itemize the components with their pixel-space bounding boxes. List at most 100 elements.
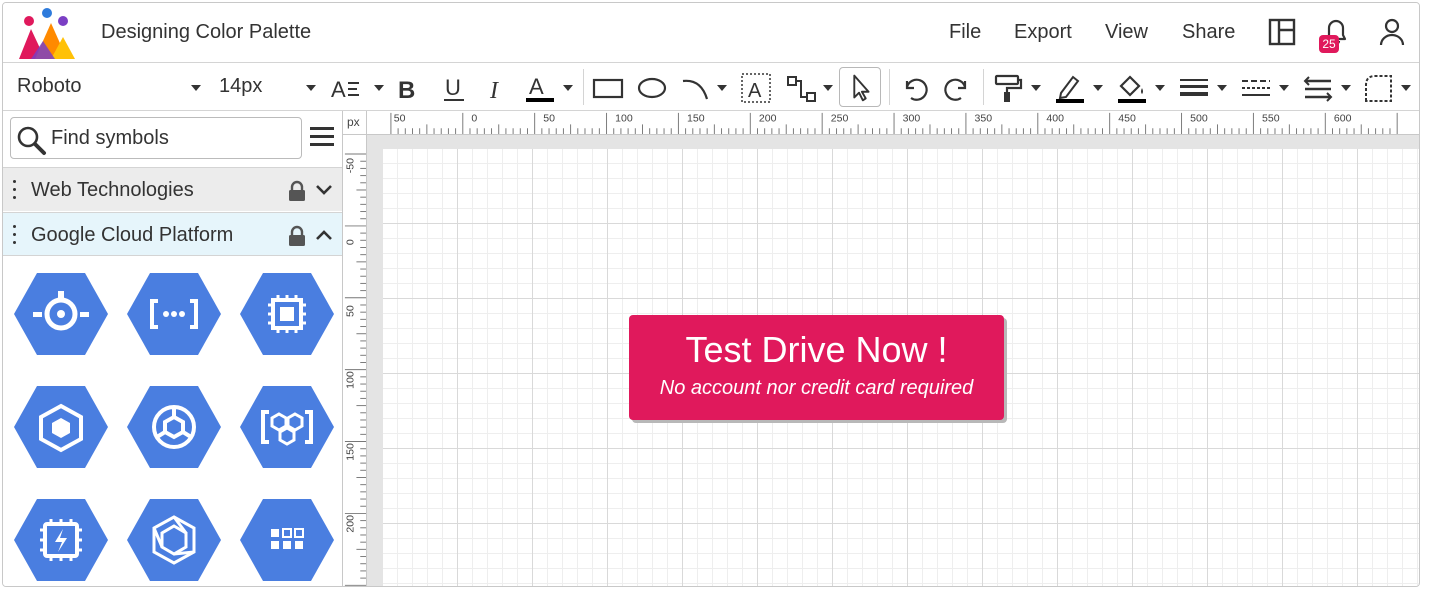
drag-handle-icon[interactable] — [13, 180, 17, 202]
menu-view[interactable]: View — [1105, 21, 1148, 44]
font-color-caret-icon[interactable] — [563, 85, 573, 91]
gcp-compute-engine-icon[interactable] — [239, 271, 335, 357]
format-painter-caret-icon[interactable] — [1031, 85, 1041, 91]
ruler-label: 50 — [345, 305, 357, 317]
ruler-label: 300 — [903, 113, 921, 125]
diagram-page[interactable]: Test Drive Now ! No account nor credit c… — [383, 149, 1419, 586]
gcp-cloud-tpu-icon[interactable] — [13, 497, 109, 583]
fill-color-caret-icon[interactable] — [1155, 85, 1165, 91]
search-icon — [17, 126, 46, 155]
ruler-label: 200 — [345, 515, 357, 533]
text-box-icon[interactable]: A — [739, 71, 773, 105]
connector-caret-icon[interactable] — [823, 85, 833, 91]
user-icon[interactable] — [1375, 15, 1409, 49]
ruler-label: 50 — [543, 113, 555, 125]
line-spacing-icon[interactable] — [1301, 71, 1335, 105]
rectangle-icon[interactable] — [591, 71, 625, 105]
ruler-label: -50 — [345, 158, 357, 173]
chevron-down-icon[interactable] — [315, 182, 333, 198]
gcp-app-engine-icon[interactable] — [13, 271, 109, 357]
search-box[interactable] — [10, 117, 302, 159]
lock-icon[interactable] — [287, 180, 307, 202]
ruler-label: 0 — [345, 239, 357, 245]
toolbar-separator — [983, 69, 984, 105]
gcp-container-engine-icon[interactable] — [13, 384, 109, 470]
curve-line-icon[interactable] — [679, 71, 713, 105]
ruler-label: 600 — [1334, 113, 1352, 125]
chevron-up-icon[interactable] — [315, 227, 333, 243]
ruler-label: 250 — [831, 113, 849, 125]
ruler-label: 400 — [1046, 113, 1064, 125]
gcp-cloud-functions-icon[interactable] — [126, 384, 222, 470]
gcp-kubernetes-icon[interactable] — [126, 497, 222, 583]
menu-export[interactable]: Export — [1014, 21, 1072, 44]
ruler-label: 50 — [394, 113, 406, 125]
gcp-apps-grid-icon[interactable] — [239, 497, 335, 583]
connector-icon[interactable] — [785, 71, 819, 105]
font-family-select[interactable]: Roboto — [17, 75, 82, 98]
line-weight-caret-icon[interactable] — [1217, 85, 1227, 91]
toolbar-separator — [583, 69, 584, 105]
menu-share[interactable]: Share — [1182, 21, 1235, 44]
corner-style-caret-icon[interactable] — [1401, 85, 1411, 91]
palette-group-web-technologies[interactable]: Web Technologies — [3, 167, 342, 211]
ruler-label: 450 — [1118, 113, 1136, 125]
ruler-label: 100 — [615, 113, 633, 125]
dash-style-caret-icon[interactable] — [1279, 85, 1289, 91]
ruler-label: 550 — [1262, 113, 1280, 125]
text-align-caret-icon[interactable] — [374, 85, 384, 91]
drag-handle-icon[interactable] — [13, 225, 17, 247]
line-spacing-caret-icon[interactable] — [1341, 85, 1351, 91]
notification-badge: 25 — [1319, 35, 1339, 53]
document-title[interactable]: Designing Color Palette — [101, 21, 311, 44]
curve-line-caret-icon[interactable] — [717, 85, 727, 91]
font-family-caret-icon[interactable] — [191, 85, 201, 91]
lock-icon[interactable] — [287, 225, 307, 247]
ruler-label: 350 — [975, 113, 993, 125]
svg-text:A: A — [748, 80, 762, 102]
format-toolbar: Roboto 14px A B U I A A — [3, 63, 1419, 111]
stroke-color-icon[interactable] — [1053, 71, 1087, 105]
app-window: Designing Color Palette File Export View… — [2, 2, 1420, 587]
ruler-label: 150 — [345, 443, 357, 461]
menu-file[interactable]: File — [949, 21, 981, 44]
svg-text:I: I — [489, 78, 499, 104]
italic-icon[interactable]: I — [479, 71, 513, 105]
font-size-select[interactable]: 14px — [219, 75, 262, 98]
gcp-cloud-endpoints-icon[interactable] — [126, 271, 222, 357]
stroke-color-caret-icon[interactable] — [1093, 85, 1103, 91]
bold-icon[interactable]: B — [391, 71, 425, 105]
line-weight-icon[interactable] — [1177, 71, 1211, 105]
undo-icon[interactable] — [897, 71, 931, 105]
palette-group-google-cloud-platform[interactable]: Google Cloud Platform — [3, 212, 342, 256]
diagram-canvas[interactable]: Test Drive Now ! No account nor credit c… — [367, 135, 1419, 586]
fill-color-icon[interactable] — [1115, 71, 1149, 105]
dash-style-icon[interactable] — [1239, 71, 1273, 105]
text-align-icon[interactable]: A — [329, 71, 363, 105]
pointer-icon[interactable] — [839, 67, 881, 107]
font-size-caret-icon[interactable] — [306, 85, 316, 91]
test-drive-shape[interactable]: Test Drive Now ! No account nor credit c… — [629, 315, 1004, 420]
horizontal-ruler: 50 0 50 100 150 200 250 300 350 400 450 500 550 600 — [367, 111, 1419, 135]
svg-text:A: A — [529, 74, 544, 99]
search-input[interactable] — [51, 118, 291, 158]
app-logo-icon[interactable] — [15, 7, 79, 63]
ruler-label: 100 — [345, 371, 357, 389]
cta-title: Test Drive Now ! — [685, 329, 948, 370]
palette-group-label: Web Technologies — [31, 179, 194, 201]
palette-group-label: Google Cloud Platform — [31, 224, 234, 246]
corner-style-icon[interactable] — [1361, 71, 1395, 105]
ruler-label: 500 — [1190, 113, 1208, 125]
format-painter-icon[interactable] — [991, 71, 1025, 105]
gcp-container-registry-icon[interactable] — [239, 384, 335, 470]
svg-text:B: B — [398, 77, 415, 104]
font-color-icon[interactable]: A — [523, 71, 557, 105]
redo-icon[interactable] — [941, 71, 975, 105]
palette-menu-icon[interactable] — [309, 125, 335, 149]
ruler-label: 150 — [687, 113, 705, 125]
vertical-ruler: -50 0 50 100 150 200 — [343, 135, 367, 586]
underline-icon[interactable]: U — [437, 71, 471, 105]
layout-panels-icon[interactable] — [1265, 15, 1299, 49]
ellipse-icon[interactable] — [635, 71, 669, 105]
symbol-palette: Web Technologies Google Cloud Platform — [3, 111, 343, 586]
